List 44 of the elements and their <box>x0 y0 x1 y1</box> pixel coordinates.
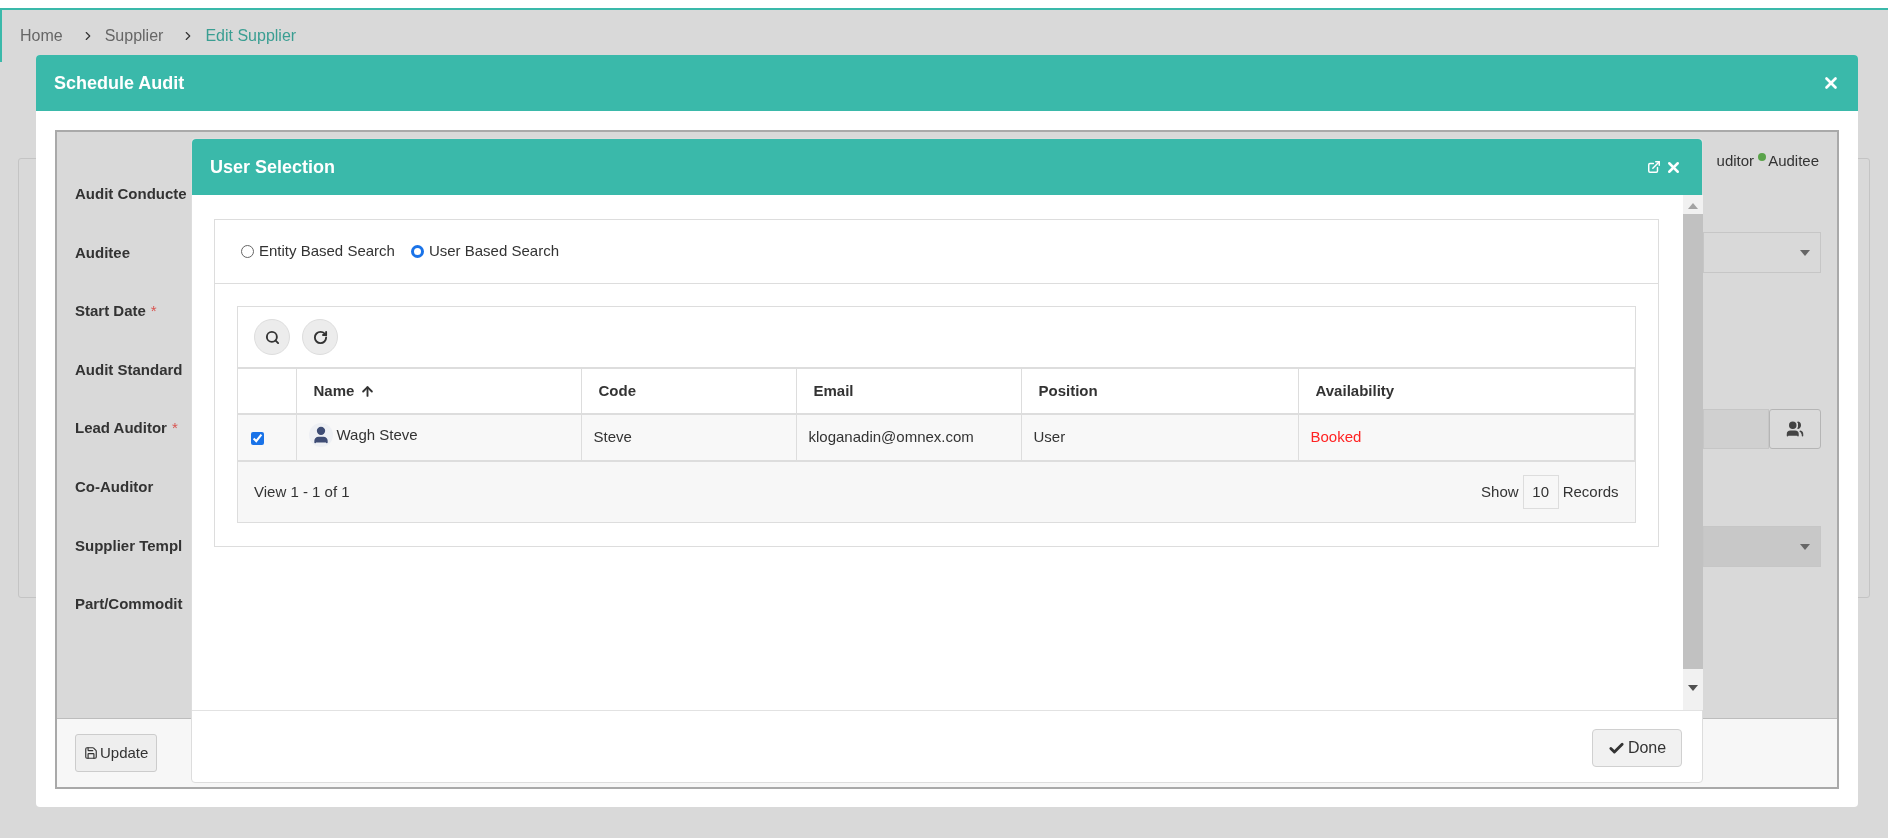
radio-button[interactable] <box>410 245 424 258</box>
legend-label: uditor <box>1716 150 1755 171</box>
scroll-down-icon[interactable] <box>1687 685 1698 691</box>
refresh-button[interactable] <box>302 319 338 355</box>
form-label: Audit Conducte <box>75 184 187 205</box>
form-label: Auditee <box>75 242 130 263</box>
dialog-title: User Selection <box>210 155 336 179</box>
close-icon[interactable] <box>1822 74 1840 92</box>
input-field[interactable] <box>1703 409 1769 449</box>
users-icon <box>1786 420 1804 438</box>
search-button[interactable] <box>254 319 290 355</box>
save-icon <box>84 746 98 760</box>
external-link-icon[interactable] <box>1647 160 1661 174</box>
form-label: Start Date <box>75 301 146 322</box>
radio-option[interactable]: User Based Search <box>410 240 559 263</box>
breadcrumb-link[interactable]: Supplier <box>104 24 164 48</box>
breadcrumb-link[interactable]: Home <box>20 24 63 48</box>
caret-icon <box>1800 249 1810 256</box>
form-label: Lead Auditor <box>75 418 167 439</box>
pager-label: Records <box>1562 481 1619 502</box>
form-label: Audit Standard <box>75 359 183 380</box>
form-label: Supplier Templ <box>75 535 183 556</box>
caret-icon <box>1800 543 1810 550</box>
dialog-title: Schedule Audit <box>54 71 185 95</box>
pager-summary: View 1 - 1 of 1 <box>254 481 350 502</box>
row-checkbox[interactable] <box>251 431 264 445</box>
required-mark: * <box>171 418 178 439</box>
dropdown-field[interactable] <box>1703 232 1821 273</box>
update-button[interactable]: Update <box>75 734 158 772</box>
radio-button[interactable] <box>241 245 254 258</box>
form-label: Part/Commodit <box>75 594 183 615</box>
column-header[interactable]: Availability <box>1298 368 1634 414</box>
legend-label: Auditee <box>1768 150 1819 171</box>
refresh-icon <box>312 329 328 345</box>
done-button[interactable]: Done <box>1592 729 1682 767</box>
form-label: Co-Auditor <box>75 477 154 497</box>
scroll-up-icon[interactable] <box>1687 203 1698 209</box>
radio-option[interactable]: Entity Based Search <box>241 240 395 263</box>
page-size-field[interactable]: 10 <box>1522 475 1559 509</box>
user-picker-button[interactable] <box>1769 409 1821 449</box>
search-icon <box>264 329 280 345</box>
required-mark: * <box>150 301 157 322</box>
dropdown-field[interactable] <box>1703 526 1821 567</box>
pager-label: Show <box>1481 481 1519 502</box>
